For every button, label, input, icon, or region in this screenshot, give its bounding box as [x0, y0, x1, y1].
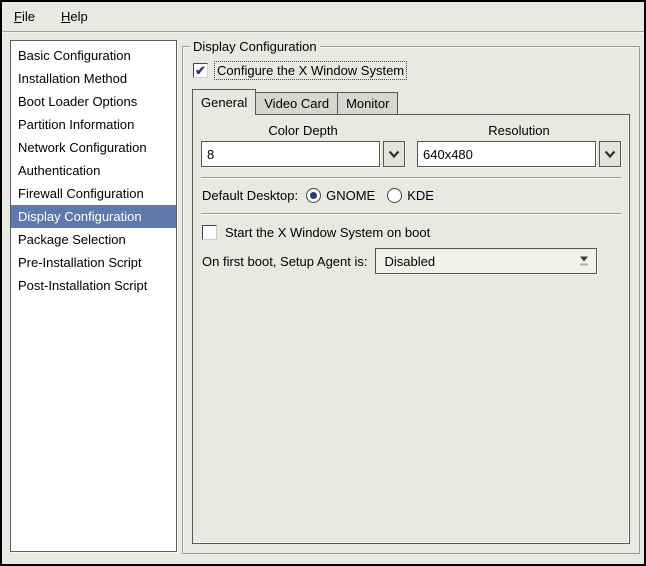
sidebar-item-boot-loader-options[interactable]: Boot Loader Options: [11, 90, 176, 113]
start-x-label[interactable]: Start the X Window System on boot: [223, 224, 432, 241]
resolution-dropdown-button[interactable]: [599, 141, 621, 167]
sidebar-item-installation-method[interactable]: Installation Method: [11, 67, 176, 90]
chevron-down-icon: [388, 150, 400, 158]
default-desktop-row: Default Desktop: GNOME KDE: [202, 188, 621, 203]
sidebar-item-firewall-configuration[interactable]: Firewall Configuration: [11, 182, 176, 205]
resolution-entry[interactable]: 640x480: [417, 141, 596, 167]
configure-x-label[interactable]: Configure the X Window System: [214, 61, 408, 80]
sidebar-item-basic-configuration[interactable]: Basic Configuration: [11, 44, 176, 67]
tab-general[interactable]: General: [192, 89, 257, 115]
start-x-row: Start the X Window System on boot: [202, 224, 621, 241]
sidebar-item-package-selection[interactable]: Package Selection: [11, 228, 176, 251]
panel-filler: [201, 274, 621, 536]
resolution-label: Resolution: [488, 123, 550, 138]
app-body: Basic Configuration Installation Method …: [2, 32, 644, 564]
sidebar-item-pre-installation-script[interactable]: Pre-Installation Script: [11, 251, 176, 274]
frame-title: Display Configuration: [190, 39, 320, 54]
sidebar-item-partition-information[interactable]: Partition Information: [11, 113, 176, 136]
configure-x-checkbox[interactable]: ✔: [193, 63, 208, 78]
resolution-combo: 640x480: [417, 141, 621, 167]
menubar: File Help: [2, 2, 644, 32]
tab-monitor[interactable]: Monitor: [337, 92, 399, 115]
color-depth-label: Color Depth: [268, 123, 338, 138]
sidebar-item-authentication[interactable]: Authentication: [11, 159, 176, 182]
setup-agent-row: On first boot, Setup Agent is: Disabled: [202, 248, 621, 274]
combo-row: Color Depth 8 Resolution 640x480: [201, 122, 621, 167]
chevron-down-icon: [604, 150, 616, 158]
display-notebook: General Video Card Monitor Color Depth 8: [192, 89, 630, 544]
sidebar-item-post-installation-script[interactable]: Post-Installation Script: [11, 274, 176, 297]
default-desktop-label: Default Desktop:: [202, 188, 299, 203]
separator: [201, 213, 621, 215]
sidebar-item-display-configuration[interactable]: Display Configuration: [11, 205, 176, 228]
tab-bar: General Video Card Monitor: [192, 89, 630, 115]
start-x-checkbox[interactable]: [202, 225, 217, 240]
radio-gnome-label[interactable]: GNOME: [326, 188, 375, 203]
setup-agent-label: On first boot, Setup Agent is:: [202, 253, 368, 269]
sidebar-item-network-configuration[interactable]: Network Configuration: [11, 136, 176, 159]
color-depth-dropdown-button[interactable]: [383, 141, 405, 167]
tab-video-card[interactable]: Video Card: [255, 92, 339, 115]
general-tab-panel: Color Depth 8 Resolution 640x480 Default…: [192, 114, 630, 544]
color-depth-entry[interactable]: 8: [201, 141, 380, 167]
menu-help[interactable]: Help: [55, 6, 94, 27]
color-depth-combo: 8: [201, 141, 405, 167]
section-list: Basic Configuration Installation Method …: [10, 40, 177, 552]
setup-agent-value: Disabled: [384, 253, 436, 269]
color-depth-group: Color Depth 8: [201, 122, 405, 167]
kickstart-configurator-window: File Help Basic Configuration Installati…: [0, 0, 646, 566]
radio-kde-label[interactable]: KDE: [407, 188, 434, 203]
configure-x-row: ✔ Configure the X Window System: [193, 61, 630, 80]
separator: [201, 177, 621, 179]
dropdown-indicator-icon: [580, 256, 589, 266]
radio-gnome[interactable]: [306, 188, 322, 203]
setup-agent-dropdown[interactable]: Disabled: [375, 248, 598, 274]
check-icon: ✔: [195, 62, 206, 78]
display-configuration-frame: Display Configuration ✔ Configure the X …: [182, 39, 640, 554]
menu-file[interactable]: File: [8, 6, 41, 27]
radio-kde[interactable]: [387, 188, 403, 203]
resolution-group: Resolution 640x480: [417, 122, 621, 167]
